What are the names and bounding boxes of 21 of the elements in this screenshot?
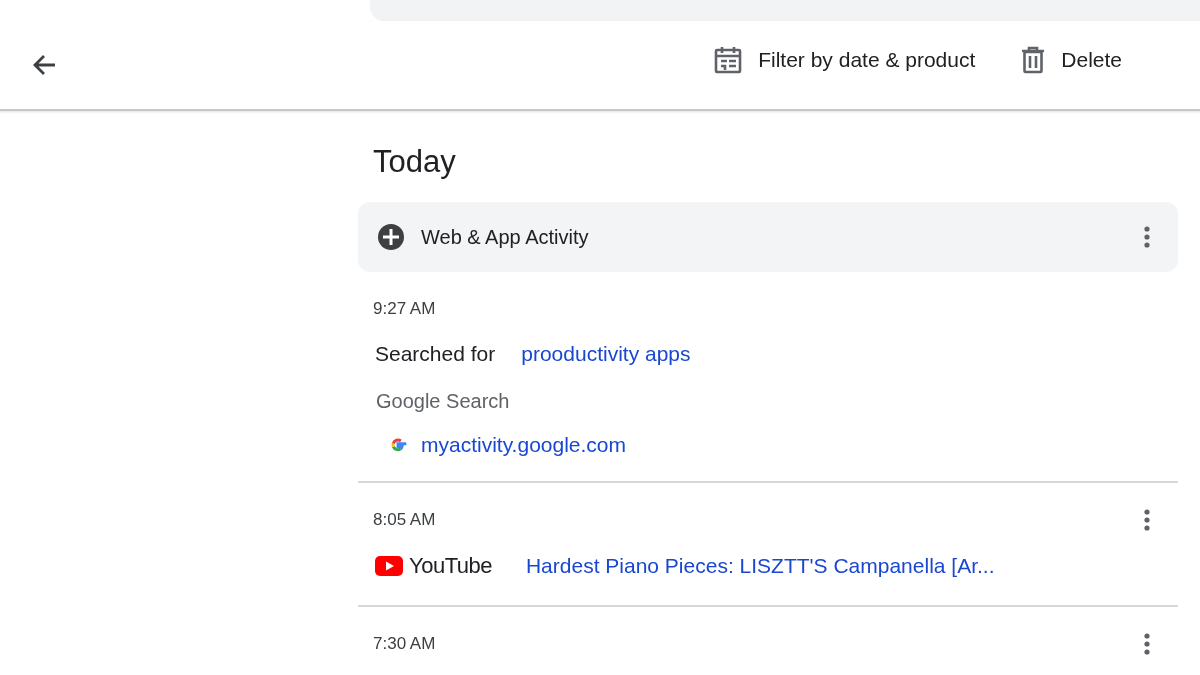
search-query-link[interactable]: prooductivity apps bbox=[521, 342, 691, 366]
activity-action: Searched for bbox=[375, 342, 496, 366]
group-title: Web & App Activity bbox=[421, 225, 589, 249]
play-button-icon bbox=[375, 556, 403, 576]
back-arrow-icon bbox=[32, 54, 56, 76]
activity-time: 9:27 AM bbox=[373, 299, 436, 319]
trash-icon bbox=[1021, 46, 1046, 74]
activity-time: 7:30 AM bbox=[373, 634, 436, 654]
day-heading: Today bbox=[373, 145, 457, 181]
video-title-link[interactable]: Hardest Piano Pieces: LISZTT'S Campanella [Ar... bbox=[525, 554, 995, 578]
google-g-icon bbox=[389, 436, 407, 454]
activity-time: 8:05 AM bbox=[373, 510, 436, 530]
source-link[interactable]: myactivity.google.com bbox=[421, 433, 627, 457]
more-icon[interactable] bbox=[1144, 508, 1150, 532]
more-icon[interactable] bbox=[1144, 225, 1150, 249]
delete-button[interactable]: Delete bbox=[1021, 46, 1122, 74]
filter-button[interactable]: Filter by date & product bbox=[714, 46, 976, 74]
more-icon[interactable] bbox=[1144, 632, 1150, 656]
calendar-filter-icon bbox=[714, 46, 743, 74]
product-name: Google Search bbox=[376, 390, 511, 413]
product-logo-text: YouTube bbox=[409, 553, 492, 579]
